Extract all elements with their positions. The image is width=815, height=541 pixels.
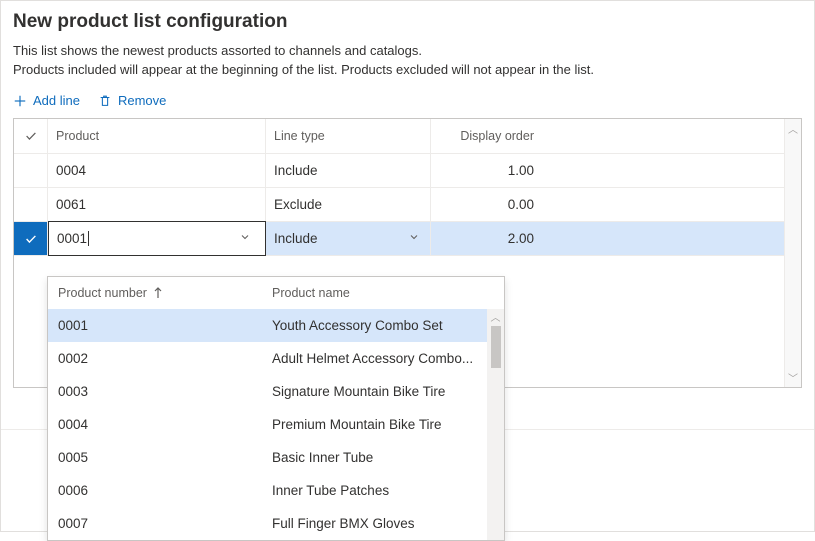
dropdown-item[interactable]: 0007 Full Finger BMX Gloves: [48, 507, 504, 540]
dropdown-item[interactable]: 0003 Signature Mountain Bike Tire: [48, 375, 504, 408]
dropdown-header: Product number Product name: [48, 277, 504, 309]
product-cell-editing[interactable]: 0001: [48, 221, 266, 256]
line-type-cell[interactable]: Include: [266, 154, 431, 187]
plus-icon: [13, 94, 27, 108]
remove-label: Remove: [118, 93, 166, 108]
dropdown-item-name: Premium Mountain Bike Tire: [266, 417, 504, 432]
description-line-2: Products included will appear at the beg…: [1, 60, 814, 79]
grid-scrollbar[interactable]: ︿ ﹀: [784, 119, 801, 387]
config-panel: New product list configuration This list…: [0, 0, 815, 532]
line-type-cell[interactable]: Exclude: [266, 188, 431, 221]
header-display-order[interactable]: Display order: [431, 119, 544, 153]
dropdown-item-name: Basic Inner Tube: [266, 450, 504, 465]
product-input[interactable]: 0001: [57, 231, 233, 246]
line-type-value: Include: [274, 231, 318, 246]
dropdown-item-number: 0001: [48, 318, 266, 333]
dropdown-item[interactable]: 0002 Adult Helmet Accessory Combo...: [48, 342, 504, 375]
dropdown-item[interactable]: 0004 Premium Mountain Bike Tire: [48, 408, 504, 441]
dropdown-item-number: 0002: [48, 351, 266, 366]
checkmark-icon: [24, 129, 38, 143]
remove-button[interactable]: Remove: [98, 93, 166, 108]
dropdown-item-name: Inner Tube Patches: [266, 483, 504, 498]
table-row-selected[interactable]: 0001 Include 2.00: [14, 221, 801, 255]
toolbar: Add line Remove: [1, 79, 814, 118]
chevron-down-icon[interactable]: [233, 231, 257, 246]
dropdown-item-number: 0006: [48, 483, 266, 498]
grid-header-row: Product Line type Display order: [14, 119, 801, 153]
add-line-label: Add line: [33, 93, 80, 108]
product-cell[interactable]: 0004: [48, 154, 266, 187]
chevron-down-icon[interactable]: [408, 231, 420, 246]
page-title: New product list configuration: [1, 1, 814, 41]
header-line-type[interactable]: Line type: [266, 119, 431, 153]
description-line-1: This list shows the newest products asso…: [1, 41, 814, 60]
table-row[interactable]: 0004 Include 1.00: [14, 153, 801, 187]
dropdown-item-number: 0007: [48, 516, 266, 531]
dropdown-item-number: 0004: [48, 417, 266, 432]
display-order-cell[interactable]: 2.00: [431, 222, 544, 255]
dropdown-item[interactable]: 0001 Youth Accessory Combo Set: [48, 309, 504, 342]
scroll-down-icon: ﹀: [788, 370, 798, 385]
dropdown-item-name: Adult Helmet Accessory Combo...: [266, 351, 504, 366]
dropdown-scrollbar[interactable]: ︿: [487, 309, 504, 540]
add-line-button[interactable]: Add line: [13, 93, 80, 108]
product-cell[interactable]: 0061: [48, 188, 266, 221]
dropdown-body: 0001 Youth Accessory Combo Set 0002 Adul…: [48, 309, 504, 540]
trash-icon: [98, 94, 112, 108]
display-order-cell[interactable]: 0.00: [431, 188, 544, 221]
checkmark-icon: [24, 232, 38, 246]
dropdown-item[interactable]: 0006 Inner Tube Patches: [48, 474, 504, 507]
scrollbar-thumb[interactable]: [491, 326, 501, 368]
dropdown-item-number: 0003: [48, 384, 266, 399]
row-checkbox[interactable]: [14, 188, 48, 221]
product-lookup-dropdown: Product number Product name 0001 Youth A…: [47, 276, 505, 541]
dropdown-header-number-label: Product number: [58, 286, 147, 300]
select-all-checkbox[interactable]: [14, 119, 48, 153]
dropdown-item-name: Youth Accessory Combo Set: [266, 318, 504, 333]
dropdown-item-number: 0005: [48, 450, 266, 465]
sort-asc-icon: [153, 287, 163, 299]
line-type-cell[interactable]: Include: [266, 222, 431, 255]
row-checkbox[interactable]: [14, 154, 48, 187]
dropdown-item-name: Signature Mountain Bike Tire: [266, 384, 504, 399]
header-product[interactable]: Product: [48, 119, 266, 153]
scroll-up-icon: ︿: [788, 121, 798, 136]
dropdown-header-number[interactable]: Product number: [48, 286, 266, 300]
dropdown-item[interactable]: 0005 Basic Inner Tube: [48, 441, 504, 474]
dropdown-header-name[interactable]: Product name: [266, 286, 504, 300]
row-checkbox[interactable]: [14, 222, 48, 255]
dropdown-item-name: Full Finger BMX Gloves: [266, 516, 504, 531]
scroll-up-icon: ︿: [491, 309, 501, 324]
display-order-cell[interactable]: 1.00: [431, 154, 544, 187]
table-row[interactable]: 0061 Exclude 0.00: [14, 187, 801, 221]
